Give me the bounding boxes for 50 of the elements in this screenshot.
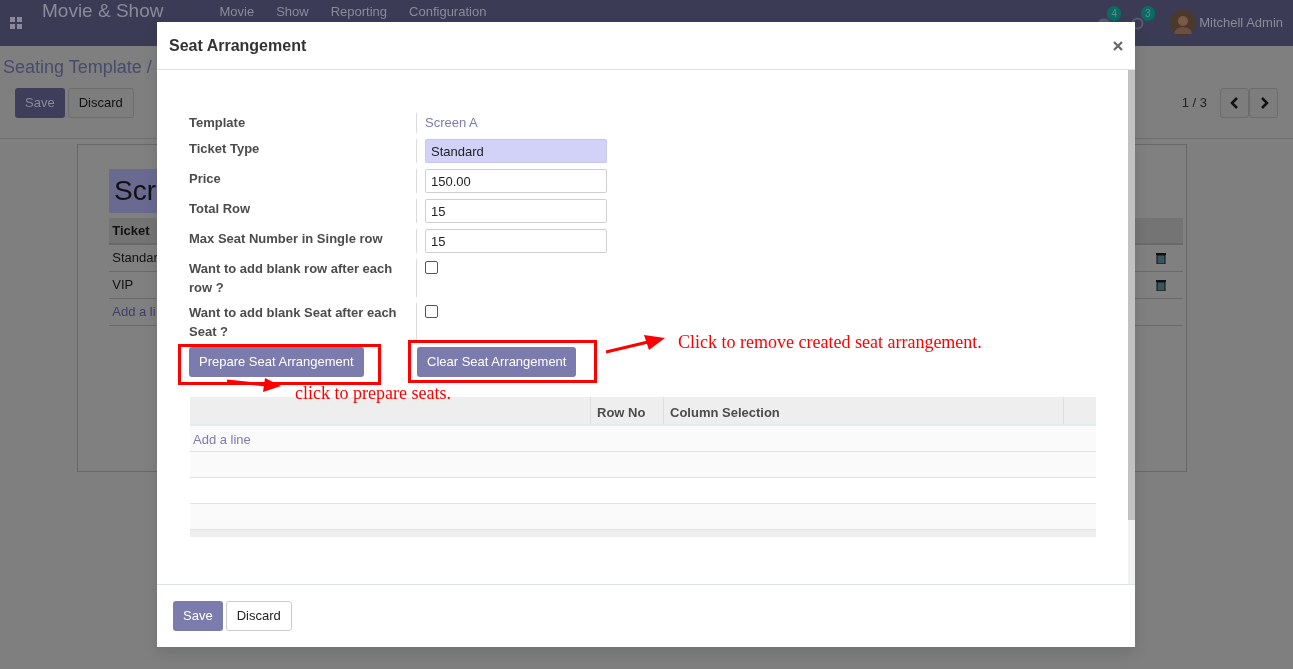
- discard-button[interactable]: Discard: [67, 87, 134, 118]
- menu-item[interactable]: Reporting: [330, 4, 388, 19]
- save-button[interactable]: Save: [15, 87, 65, 118]
- user-name[interactable]: Mitchell Admin: [1199, 13, 1283, 33]
- clock-icon[interactable]: [1130, 17, 1144, 31]
- count-badge: 3: [1140, 6, 1155, 22]
- field-label: Total Row: [189, 199, 252, 218]
- previous-icon: [1228, 96, 1241, 111]
- count-badge: 4: [1107, 6, 1121, 22]
- menu-item[interactable]: Configuration: [409, 4, 487, 19]
- close-icon[interactable]: [1113, 40, 1123, 51]
- title-field[interactable]: Scr: [109, 169, 157, 213]
- arrow: [604, 334, 666, 356]
- input-field[interactable]: 15: [425, 228, 607, 253]
- apps-menu-icon[interactable]: [10, 17, 22, 29]
- field-label: Price: [189, 169, 222, 188]
- add-line-link[interactable]: Add a line: [193, 431, 251, 447]
- discard-button[interactable]: Discard: [225, 601, 292, 631]
- input-field[interactable]: 15: [425, 198, 607, 223]
- trash-icon[interactable]: [1156, 279, 1166, 291]
- select-field[interactable]: Standard: [425, 138, 607, 163]
- table-cell-text: VIP: [111, 276, 134, 295]
- next-button[interactable]: [1249, 87, 1278, 118]
- annotation-text: Click to remove created seat arrangement.: [678, 331, 982, 354]
- trash-icon[interactable]: [1156, 252, 1166, 264]
- dialog-title: Seat Arrangement: [169, 35, 307, 56]
- pager-value: 1 / 3: [1181, 93, 1207, 112]
- field-label: Ticket Type: [189, 139, 261, 158]
- field-label: Want to add blank row after each row ?: [189, 259, 394, 297]
- annotation-text: click to prepare seats.: [295, 382, 451, 405]
- menu-item[interactable]: Movie: [219, 4, 255, 19]
- checkbox[interactable]: [425, 260, 438, 274]
- arrow: [227, 377, 283, 395]
- app-title: Movie & Show: [42, 0, 164, 21]
- column-header: Row No: [591, 396, 664, 424]
- checkbox[interactable]: [425, 304, 438, 318]
- input-field[interactable]: 150.00: [425, 168, 607, 193]
- column-header: Ticket: [111, 221, 150, 240]
- previous-button[interactable]: [1220, 87, 1249, 118]
- prepare-button[interactable]: Prepare Seat Arrangement: [189, 346, 364, 377]
- record-link[interactable]: Screen A: [425, 115, 478, 130]
- save-button[interactable]: Save: [173, 601, 223, 631]
- menu-item[interactable]: Show: [276, 4, 309, 19]
- scrollbar[interactable]: [1128, 70, 1135, 584]
- column-header: Column Selection: [664, 396, 1064, 424]
- field-label: Want to add blank Seat after each Seat ?: [189, 303, 398, 341]
- table-cell-text: Standar: [111, 249, 158, 268]
- clear-button[interactable]: Clear Seat Arrangement: [417, 346, 577, 377]
- field-label: Template: [189, 114, 247, 132]
- field-label: Max Seat Number in Single row: [189, 229, 384, 248]
